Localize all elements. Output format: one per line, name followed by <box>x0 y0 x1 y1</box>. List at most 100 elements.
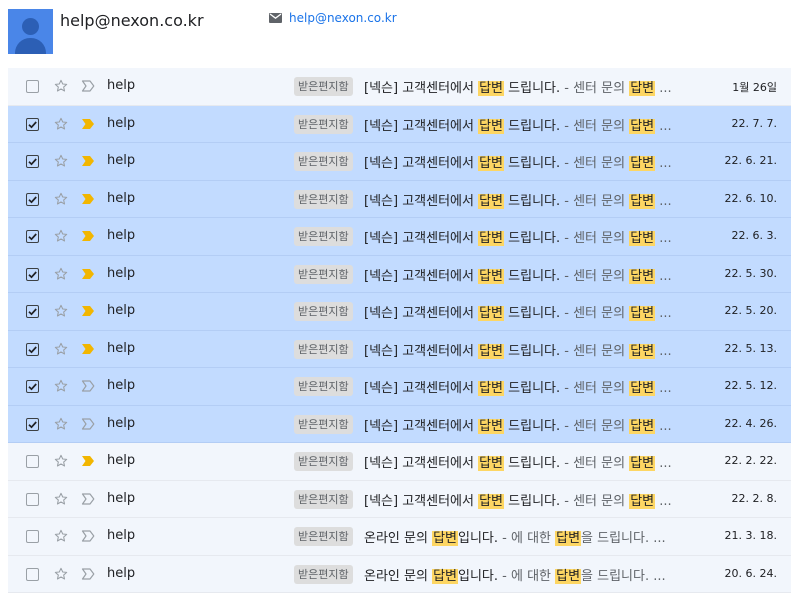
email-row[interactable]: help 받은편지함 [넥슨] 고객센터에서 답변 드립니다. - 센터 문의 답변… <box>8 443 791 481</box>
inbox-label[interactable]: 받은편지함 <box>294 452 353 471</box>
checkbox[interactable] <box>26 230 39 243</box>
checkbox[interactable] <box>26 305 39 318</box>
checkbox[interactable] <box>26 380 39 393</box>
email-subject: [넥슨] 고객센터에서 답변 드립니다. - 센터 문의 답변 ... <box>364 415 684 434</box>
checkbox[interactable] <box>26 80 39 93</box>
checkmark-icon <box>28 158 37 166</box>
email-row[interactable]: help 받은편지함 [넥슨] 고객센터에서 답변 드립니다. - 센터 문의 답변… <box>8 105 791 143</box>
sender-label: help <box>107 453 136 468</box>
star-icon[interactable] <box>53 153 69 169</box>
star-icon[interactable] <box>53 191 69 207</box>
checkbox[interactable] <box>26 117 39 131</box>
inbox-label[interactable]: 받은편지함 <box>294 227 353 246</box>
search-highlight: 답변 <box>478 493 505 509</box>
inbox-label[interactable]: 받은편지함 <box>294 377 353 396</box>
email-row[interactable]: help 받은편지함 [넥슨] 고객센터에서 답변 드립니다. - 센터 문의 답변… <box>8 293 791 331</box>
inbox-label[interactable]: 받은편지함 <box>294 264 353 284</box>
email-row[interactable]: help 받은편지함 [넥슨] 고객센터에서 답변 드립니다. - 센터 문의 답변… <box>8 218 791 256</box>
importance-marker-icon[interactable] <box>81 268 95 280</box>
importance-marker-icon[interactable] <box>81 455 95 467</box>
star-icon[interactable] <box>53 566 69 582</box>
inbox-label[interactable]: 받은편지함 <box>294 564 353 584</box>
checkmark-icon <box>28 195 37 203</box>
checkmark-icon <box>28 308 37 316</box>
sender-email-link[interactable]: help@nexon.co.kr <box>289 11 397 25</box>
sender-label: help <box>107 415 136 431</box>
email-date: 1월 26일 <box>732 81 777 94</box>
checkbox[interactable] <box>26 155 39 168</box>
importance-marker-icon[interactable] <box>81 343 95 355</box>
checkbox[interactable] <box>26 417 39 431</box>
importance-marker-icon[interactable] <box>81 530 95 542</box>
inbox-label[interactable]: 받은편지함 <box>294 414 353 434</box>
email-date: 22. 2. 8. <box>731 491 777 505</box>
email-subject: 온라인 문의 답변입니다. - 에 대한 답변을 드립니다. ... <box>364 527 684 546</box>
email-row[interactable]: help 받은편지함 온라인 문의 답변입니다. - 에 대한 답변을 드립니다. … <box>8 518 791 556</box>
importance-marker-icon[interactable] <box>81 230 95 242</box>
checkbox[interactable] <box>26 530 39 543</box>
checkbox[interactable] <box>26 342 39 356</box>
email-row[interactable]: help 받은편지함 [넥슨] 고객센터에서 답변 드립니다. - 센터 문의 답변… <box>8 180 791 218</box>
star-icon[interactable] <box>53 453 69 469</box>
email-row[interactable]: help 받은편지함 [넥슨] 고객센터에서 답변 드립니다. - 센터 문의 답변… <box>8 480 791 518</box>
email-row[interactable]: help 받은편지함 [넥슨] 고객센터에서 답변 드립니다. - 센터 문의 답변… <box>8 368 791 406</box>
inbox-label[interactable]: 받은편지함 <box>294 189 353 209</box>
inbox-label[interactable]: 받은편지함 <box>294 339 353 359</box>
star-icon[interactable] <box>53 528 69 544</box>
subject-text: [넥슨] 고객센터에서 <box>364 306 479 321</box>
sender-label: help <box>107 528 136 543</box>
email-date: 22. 2. 22. <box>724 454 777 467</box>
snippet-text: - 센터 문의 <box>560 456 630 471</box>
subject-text: [넥슨] 고객센터에서 <box>364 418 479 434</box>
star-icon[interactable] <box>53 303 69 319</box>
checkbox[interactable] <box>26 267 39 281</box>
importance-marker-icon[interactable] <box>81 567 95 580</box>
subject-text: 드립니다. <box>504 381 561 396</box>
importance-marker-icon[interactable] <box>81 155 95 167</box>
importance-marker-icon[interactable] <box>81 193 95 205</box>
importance-marker-icon[interactable] <box>81 118 95 130</box>
star-icon[interactable] <box>53 116 69 132</box>
checkbox[interactable] <box>26 492 39 506</box>
search-highlight: 답변 <box>629 381 656 396</box>
checkbox[interactable] <box>26 192 39 206</box>
email-row[interactable]: help 받은편지함 [넥슨] 고객센터에서 답변 드립니다. - 센터 문의 답변… <box>8 405 791 443</box>
email-row[interactable]: help 받은편지함 [넥슨] 고객센터에서 답변 드립니다. - 센터 문의 답변… <box>8 255 791 293</box>
star-icon[interactable] <box>53 416 69 432</box>
star-icon[interactable] <box>53 266 69 282</box>
importance-marker-icon[interactable] <box>81 492 95 505</box>
inbox-label[interactable]: 받은편지함 <box>294 527 353 546</box>
email-list: help 받은편지함 [넥슨] 고객센터에서 답변 드립니다. - 센터 문의 답변… <box>8 68 791 593</box>
email-row[interactable]: help 받은편지함 [넥슨] 고객센터에서 답변 드립니다. - 센터 문의 답변… <box>8 330 791 368</box>
inbox-label[interactable]: 받은편지함 <box>294 152 353 171</box>
subject-text: [넥슨] 고객센터에서 <box>364 268 479 284</box>
subject-text: [넥슨] 고객센터에서 <box>364 381 479 396</box>
subject-text: [넥슨] 고객센터에서 <box>364 193 479 209</box>
inbox-label[interactable]: 받은편지함 <box>294 114 353 134</box>
importance-marker-icon[interactable] <box>81 305 95 317</box>
email-date: 21. 3. 18. <box>724 529 777 542</box>
avatar[interactable] <box>8 9 53 54</box>
checkbox[interactable] <box>26 455 39 468</box>
inbox-label[interactable]: 받은편지함 <box>294 77 353 96</box>
snippet-text: ... <box>655 381 672 396</box>
email-subject: [넥슨] 고객센터에서 답변 드립니다. - 센터 문의 답변 ... <box>364 302 684 321</box>
checkbox[interactable] <box>26 567 39 581</box>
star-icon[interactable] <box>53 341 69 357</box>
email-row[interactable]: help 받은편지함 [넥슨] 고객센터에서 답변 드립니다. - 센터 문의 답변… <box>8 143 791 181</box>
star-icon[interactable] <box>53 228 69 244</box>
inbox-label[interactable]: 받은편지함 <box>294 302 353 321</box>
star-icon[interactable] <box>53 378 69 394</box>
importance-marker-icon[interactable] <box>81 80 95 92</box>
snippet-text: ... <box>655 156 672 171</box>
star-icon[interactable] <box>53 78 69 94</box>
email-row[interactable]: help 받은편지함 온라인 문의 답변입니다. - 에 대한 답변을 드립니다. … <box>8 555 791 593</box>
inbox-label[interactable]: 받은편지함 <box>294 489 353 509</box>
snippet-text: ... <box>655 118 672 134</box>
email-row[interactable]: help 받은편지함 [넥슨] 고객센터에서 답변 드립니다. - 센터 문의 답변… <box>8 68 791 106</box>
checkmark-icon <box>28 233 37 241</box>
importance-marker-icon[interactable] <box>81 380 95 392</box>
importance-marker-icon[interactable] <box>81 417 95 430</box>
email-subject: [넥슨] 고객센터에서 답변 드립니다. - 센터 문의 답변 ... <box>364 452 684 471</box>
star-icon[interactable] <box>53 491 69 507</box>
